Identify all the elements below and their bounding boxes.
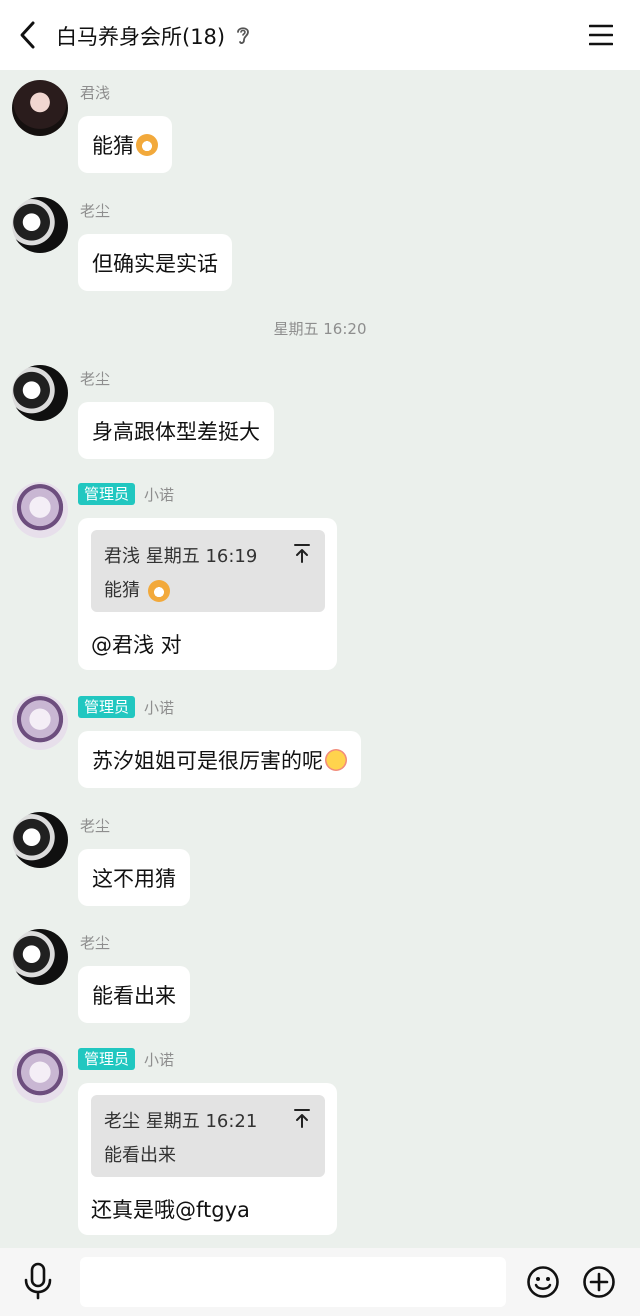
message-bubble[interactable]: 身高跟体型差挺大 [78,402,274,459]
message-bubble[interactable]: 但确实是实话 [78,234,232,291]
avatar[interactable] [12,1047,68,1103]
input-bar [0,1248,640,1316]
avatar[interactable] [12,197,68,253]
quote-header: 老尘 星期五 16:21 [104,1111,258,1132]
message-bubble[interactable]: 这不用猜 [78,849,190,906]
dog-face-emoji-icon [136,133,158,156]
message-bubble[interactable]: 能猜 [78,116,172,173]
admin-badge: 管理员 [78,1048,136,1070]
message-bubble[interactable]: 老尘 星期五 16:21 能看出来 还真是哦@ftgya [78,1083,337,1235]
message-text: @君浅 对 [91,633,182,657]
admin-badge: 管理员 [78,696,136,718]
sender-name: 小诺 [144,1051,175,1069]
sender-name: 老尘 [80,370,111,388]
page-title: 白马养身会所(18) [56,25,226,49]
dog-face-emoji-icon [147,580,170,602]
sender-name: 小诺 [144,699,175,717]
back-icon[interactable] [14,19,42,51]
admin-badge: 管理员 [78,483,136,505]
message-bubble[interactable]: 苏汐姐姐可是很厉害的呢 [78,731,361,788]
message-text: 能看出来 [92,983,176,1008]
sender-name: 老尘 [80,817,111,835]
jump-to-quote-icon[interactable] [293,542,311,564]
avatar[interactable] [12,929,68,985]
avatar[interactable] [12,365,68,421]
chat-header: 白马养身会所(18) [0,0,640,70]
avatar[interactable] [12,80,68,136]
quote-text: 能看出来 [104,1145,176,1166]
quoted-message[interactable]: 老尘 星期五 16:21 能看出来 [91,1095,325,1177]
message-input[interactable] [80,1257,506,1307]
message-text: 但确实是实话 [92,251,218,276]
message-text: 还真是哦@ftgya [91,1198,250,1222]
message-text: 苏汐姐姐可是很厉害的呢 [92,748,323,773]
microphone-icon[interactable] [22,1262,54,1300]
message-bubble[interactable]: 能看出来 [78,966,190,1023]
message-text: 这不用猜 [92,866,176,891]
message-list[interactable]: 君浅 能猜 老尘 但确实是实话 星期五 16:20 老尘 身高跟体型差挺大 管理… [0,70,640,1248]
emoji-icon[interactable] [526,1265,560,1299]
hugging-face-emoji-icon [325,748,347,771]
avatar[interactable] [12,694,68,750]
add-icon[interactable] [582,1265,616,1299]
sender-name: 老尘 [80,934,111,952]
sender-name: 老尘 [80,202,111,220]
message-text: 能猜 [92,133,134,158]
quote-text: 能猜 [104,576,170,602]
avatar[interactable] [12,812,68,868]
timestamp-separator: 星期五 16:20 [273,320,367,338]
quote-header: 君浅 星期五 16:19 [104,546,258,567]
sender-name: 君浅 [80,84,111,102]
menu-icon[interactable] [588,22,614,48]
avatar[interactable] [12,482,68,538]
ear-icon [235,24,251,46]
message-text: 身高跟体型差挺大 [92,419,260,444]
quoted-message[interactable]: 君浅 星期五 16:19 能猜 [91,530,325,612]
message-bubble[interactable]: 君浅 星期五 16:19 能猜 @君浅 对 [78,518,337,670]
sender-name: 小诺 [144,486,175,504]
jump-to-quote-icon[interactable] [293,1107,311,1129]
